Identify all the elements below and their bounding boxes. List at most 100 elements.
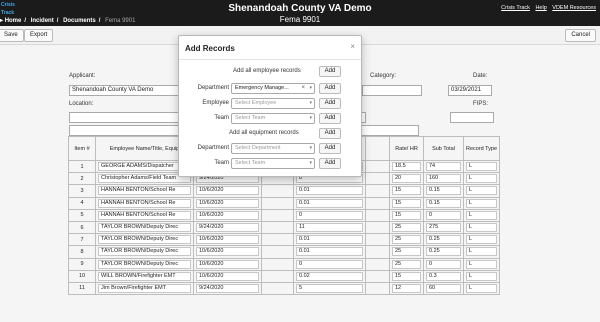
employee-name-field[interactable]: WILL BROWN/Firefighter EMT bbox=[98, 271, 191, 281]
hours-field[interactable]: 0.01 bbox=[296, 186, 363, 196]
hours-field[interactable]: 0.01 bbox=[296, 198, 363, 208]
subtotal-field-cell: 0.15 bbox=[423, 196, 464, 210]
add-all-employee-button[interactable]: Add bbox=[319, 66, 341, 77]
subtotal-field[interactable]: 0 bbox=[426, 210, 461, 220]
add-employee-button[interactable]: Add bbox=[319, 98, 341, 109]
hours-field-cell: 0.02 bbox=[293, 269, 366, 283]
equipment-department-label: Department bbox=[197, 145, 229, 151]
subtotal-field[interactable]: 0 bbox=[426, 259, 461, 269]
employee-name-field[interactable]: TAYLOR BROWN/Deputy Direc bbox=[98, 223, 191, 233]
hours-field[interactable]: 11 bbox=[296, 223, 363, 233]
add-all-equipment-button[interactable]: Add bbox=[319, 128, 341, 139]
rate-field[interactable]: 15 bbox=[392, 210, 421, 220]
equipment-department-select[interactable]: Select Department ▾ bbox=[231, 143, 315, 154]
fips-label: FIPS: bbox=[473, 101, 489, 107]
rate-field[interactable]: 12 bbox=[392, 283, 421, 293]
category-field[interactable] bbox=[362, 85, 422, 96]
save-button[interactable]: Save bbox=[0, 29, 24, 42]
rate-field[interactable]: 25 bbox=[392, 235, 421, 245]
date-field[interactable]: 10/6/2020 bbox=[196, 198, 259, 208]
date-field[interactable]: 10/6/2020 bbox=[196, 186, 259, 196]
rate-field[interactable]: 15 bbox=[392, 198, 421, 208]
subtotal-field[interactable]: 0.15 bbox=[426, 186, 461, 196]
link-help[interactable]: Help bbox=[535, 5, 546, 11]
link-crisis-track[interactable]: Crisis Track bbox=[501, 5, 530, 11]
subtotal-field-cell: 0.25 bbox=[423, 233, 464, 247]
subtotal-field[interactable]: 0.15 bbox=[426, 198, 461, 208]
subtotal-field[interactable]: 275 bbox=[426, 223, 461, 233]
add-team-button[interactable]: Add bbox=[319, 113, 341, 124]
record-type-field[interactable]: L bbox=[466, 247, 498, 257]
subtotal-field[interactable]: 160 bbox=[426, 174, 461, 184]
employee-name-field[interactable]: Christopher Adams/Field Team bbox=[98, 174, 191, 184]
employee-select[interactable]: Select Employee ▾ bbox=[231, 98, 315, 109]
subtotal-field[interactable]: 74 bbox=[426, 162, 461, 172]
add-equipment-team-button[interactable]: Add bbox=[319, 158, 341, 169]
hours-field[interactable]: 0.01 bbox=[296, 247, 363, 257]
record-type-field[interactable]: L bbox=[466, 271, 498, 281]
subtotal-field[interactable]: 60 bbox=[426, 283, 461, 293]
table-row: 4 HANNAH BENTON/School Re 10/6/2020 0.01 15 0… bbox=[68, 196, 501, 210]
rate-field-cell: 12 bbox=[389, 281, 424, 296]
record-type-field-cell: L bbox=[462, 245, 501, 259]
team-select[interactable]: Select Team ▾ bbox=[231, 113, 315, 124]
record-type-field[interactable]: L bbox=[466, 283, 498, 293]
export-button[interactable]: Export bbox=[24, 29, 54, 42]
hours-field-cell: 11 bbox=[293, 220, 366, 235]
close-icon[interactable]: × bbox=[350, 42, 355, 51]
employee-name-field-cell: Jim Brown/Firefighter EMT bbox=[95, 281, 194, 296]
rate-field[interactable]: 20 bbox=[392, 174, 421, 184]
date-field[interactable]: 9/24/2020 bbox=[196, 283, 259, 293]
record-type-field[interactable]: L bbox=[466, 174, 498, 184]
employee-name-field[interactable]: TAYLOR BROWN/Deputy Direc bbox=[98, 259, 191, 269]
rate-field[interactable]: 25 bbox=[392, 247, 421, 257]
rate-field[interactable]: 25 bbox=[392, 259, 421, 269]
rate-field[interactable]: 15 bbox=[392, 186, 421, 196]
employee-name-field[interactable]: Jim Brown/Firefighter EMT bbox=[98, 283, 191, 293]
employee-name-field[interactable]: TAYLOR BROWN/Deputy Direc bbox=[98, 247, 191, 257]
rate-field[interactable]: 25 bbox=[392, 223, 421, 233]
date-field[interactable]: 10/6/2020 bbox=[196, 271, 259, 281]
record-type-field[interactable]: L bbox=[466, 198, 498, 208]
link-vdem-resources[interactable]: VDEM Resources bbox=[552, 5, 596, 11]
dialog-divider bbox=[179, 59, 361, 60]
subtotal-field[interactable]: 0.25 bbox=[426, 247, 461, 257]
employee-name-field[interactable]: HANNAH BENTON/School Re bbox=[98, 186, 191, 196]
subtotal-field[interactable]: 0.25 bbox=[426, 235, 461, 245]
hours-field[interactable]: 0 bbox=[296, 210, 363, 220]
cancel-button[interactable]: Cancel bbox=[565, 29, 596, 42]
equipment-team-select[interactable]: Select Team ▾ bbox=[231, 158, 315, 169]
record-type-field[interactable]: L bbox=[466, 235, 498, 245]
employee-department-select[interactable]: Emergency Manage... × ▾ bbox=[231, 83, 315, 94]
item-number-cell: 10 bbox=[68, 269, 96, 283]
date-field[interactable]: 9/24/2020 bbox=[196, 223, 259, 233]
record-type-field[interactable]: L bbox=[466, 223, 498, 233]
hours-field[interactable]: 5 bbox=[296, 283, 363, 293]
date-field[interactable]: 03/29/2021 bbox=[448, 85, 492, 96]
blank-cell-cell bbox=[261, 257, 294, 271]
date-field[interactable]: 10/6/2020 bbox=[196, 247, 259, 257]
add-department-button[interactable]: Add bbox=[319, 83, 341, 94]
employee-name-field[interactable]: TAYLOR BROWN/Deputy Direc bbox=[98, 235, 191, 245]
rate-field-cell: 15 bbox=[389, 196, 424, 210]
employee-name-field[interactable]: HANNAH BENTON/School Re bbox=[98, 210, 191, 220]
blank-cell-cell bbox=[365, 281, 390, 296]
clear-icon[interactable]: × bbox=[301, 84, 305, 93]
rate-field[interactable]: 18.5 bbox=[392, 162, 421, 172]
date-field[interactable]: 10/6/2020 bbox=[196, 259, 259, 269]
record-type-field[interactable]: L bbox=[466, 186, 498, 196]
add-equipment-department-button[interactable]: Add bbox=[319, 143, 341, 154]
fips-field[interactable] bbox=[450, 112, 494, 123]
hours-field[interactable]: 0.01 bbox=[296, 235, 363, 245]
employee-name-field[interactable]: HANNAH BENTON/School Re bbox=[98, 198, 191, 208]
hours-field[interactable]: 0 bbox=[296, 259, 363, 269]
record-type-field[interactable]: L bbox=[466, 259, 498, 269]
rate-field[interactable]: 15 bbox=[392, 271, 421, 281]
subtotal-field[interactable]: 0.3 bbox=[426, 271, 461, 281]
employee-name-field-cell: TAYLOR BROWN/Deputy Direc bbox=[95, 233, 194, 247]
date-field[interactable]: 10/6/2020 bbox=[196, 235, 259, 245]
hours-field[interactable]: 0.02 bbox=[296, 271, 363, 281]
record-type-field[interactable]: L bbox=[466, 162, 498, 172]
date-field[interactable]: 10/6/2020 bbox=[196, 210, 259, 220]
record-type-field[interactable]: L bbox=[466, 210, 498, 220]
